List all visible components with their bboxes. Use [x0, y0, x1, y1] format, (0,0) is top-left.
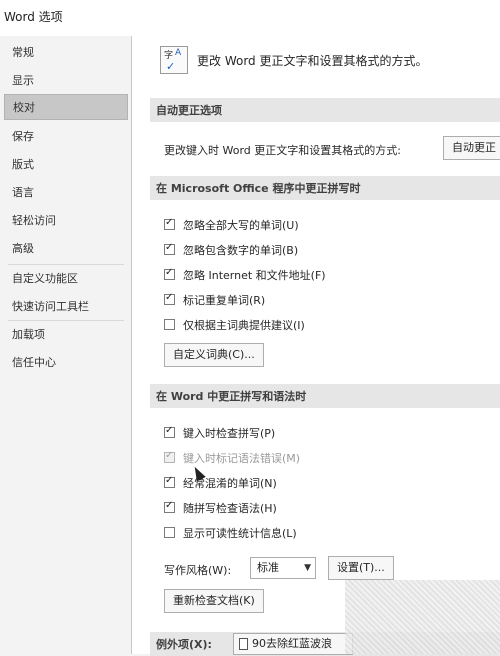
- autocorrect-options-button[interactable]: 自动更正: [443, 136, 500, 160]
- sidebar-item-customize-ribbon[interactable]: 自定义功能区: [4, 266, 128, 292]
- sidebar-item-general[interactable]: 常规: [4, 40, 128, 66]
- proofing-abc-check-icon: 字 A ✓: [160, 46, 188, 74]
- ignore-internet-addresses-checkbox[interactable]: [164, 267, 175, 280]
- section-header-word-spelling-grammar: 在 Word 中更正拼写和语法时: [150, 384, 500, 408]
- sidebar-item-layout[interactable]: 版式: [4, 152, 128, 178]
- ignore-uppercase-label: 忽略全部大写的单词(U): [183, 219, 299, 232]
- sidebar-item-accessibility[interactable]: 轻松访问: [4, 208, 128, 234]
- exceptions-document-select[interactable]: 90去除红蓝波浪: [233, 633, 353, 655]
- writing-style-select[interactable]: 标准 ▼: [250, 557, 316, 579]
- writing-style-value: 标准: [257, 561, 279, 574]
- autocorrect-description: 更改键入时 Word 更正文字和设置其格式的方式:: [164, 144, 401, 157]
- section-title: 在 Microsoft Office 程序中更正拼写时: [156, 182, 361, 195]
- window-title: Word 选项: [4, 10, 63, 24]
- recheck-document-button[interactable]: 重新检查文档(K): [164, 589, 264, 613]
- flag-repeated-words-checkbox[interactable]: [164, 292, 175, 305]
- sidebar-item-language[interactable]: 语言: [4, 180, 128, 206]
- custom-dictionaries-button[interactable]: 自定义词典(C)...: [164, 343, 264, 367]
- main-dictionary-only-label: 仅根据主词典提供建议(I): [183, 319, 305, 332]
- grammar-settings-button[interactable]: 设置(T)...: [328, 556, 394, 580]
- mark-grammar-errors-label: 键入时标记语法错误(M): [183, 452, 301, 465]
- sidebar-item-proofing[interactable]: 校对: [4, 94, 128, 120]
- main-dictionary-only-checkbox[interactable]: [164, 319, 175, 330]
- title-bar: Word 选项: [0, 0, 500, 36]
- sidebar-item-display[interactable]: 显示: [4, 68, 128, 94]
- check-spelling-as-you-type-checkbox[interactable]: [164, 425, 175, 438]
- ignore-uppercase-checkbox[interactable]: [164, 217, 175, 230]
- check-grammar-with-spelling-checkbox[interactable]: [164, 500, 175, 513]
- readability-statistics-label: 显示可读性统计信息(L): [183, 527, 297, 540]
- confused-words-checkbox[interactable]: [164, 475, 175, 488]
- image-noise-overlay: [345, 580, 500, 654]
- section-title: 自动更正选项: [156, 104, 222, 117]
- check-grammar-with-spelling-label: 随拼写检查语法(H): [183, 502, 277, 515]
- sidebar: 常规 显示 校对 保存 版式 语言 轻松访问 高级 自定义功能区 快速访问工具栏…: [4, 36, 130, 654]
- section-header-office-spelling: 在 Microsoft Office 程序中更正拼写时: [150, 176, 500, 200]
- sidebar-item-advanced[interactable]: 高级: [4, 236, 128, 262]
- writing-style-label: 写作风格(W):: [164, 564, 232, 577]
- sidebar-item-quick-access-toolbar[interactable]: 快速访问工具栏: [4, 294, 128, 320]
- sidebar-item-add-ins[interactable]: 加载项: [4, 322, 128, 348]
- readability-statistics-checkbox[interactable]: [164, 527, 175, 538]
- sidebar-item-save[interactable]: 保存: [4, 124, 128, 150]
- ignore-internet-addresses-label: 忽略 Internet 和文件地址(F): [183, 269, 326, 282]
- page-description: 更改 Word 更正文字和设置其格式的方式。: [197, 54, 428, 68]
- exceptions-document-name: 90去除红蓝波浪: [252, 637, 332, 650]
- document-icon: [239, 638, 248, 650]
- section-title: 在 Word 中更正拼写和语法时: [156, 390, 307, 403]
- flag-repeated-words-label: 标记重复单词(R): [183, 294, 266, 307]
- section-header-autocorrect: 自动更正选项: [150, 98, 500, 122]
- sidebar-divider: [8, 264, 124, 265]
- check-spelling-as-you-type-label: 键入时检查拼写(P): [183, 427, 276, 440]
- ignore-numbers-label: 忽略包含数字的单词(B): [183, 244, 299, 257]
- dropdown-arrow-icon: ▼: [304, 563, 311, 573]
- sidebar-divider: [8, 320, 124, 321]
- mark-grammar-errors-checkbox[interactable]: [164, 450, 175, 463]
- exceptions-label: 例外项(X):: [156, 638, 212, 651]
- ignore-numbers-checkbox[interactable]: [164, 242, 175, 255]
- sidebar-item-trust-center[interactable]: 信任中心: [4, 350, 128, 376]
